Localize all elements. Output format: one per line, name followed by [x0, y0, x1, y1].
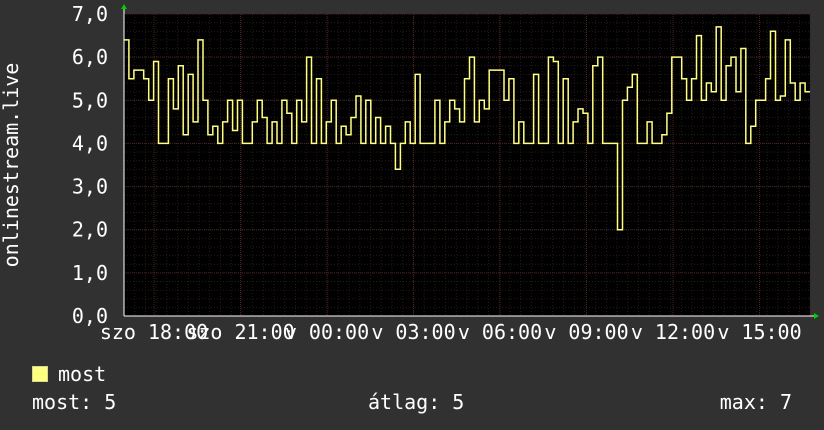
y-axis-label: onlinestream.live	[0, 63, 23, 268]
y-axis-arrow	[121, 4, 127, 9]
y-tick-label: 5,0	[72, 88, 108, 112]
x-tick-label: v 03:00	[371, 320, 455, 344]
y-tick-label: 7,0	[72, 2, 108, 26]
stat-average: átlag: 5	[368, 390, 465, 414]
y-tick-label: 2,0	[72, 218, 108, 242]
x-tick-label: v 12:00	[631, 320, 715, 344]
legend: most	[32, 362, 106, 386]
stat-current: most: 5	[32, 390, 117, 414]
x-tick-label: v 15:00	[717, 320, 801, 344]
y-tick-label: 4,0	[72, 131, 108, 155]
legend-swatch-most	[32, 366, 48, 382]
y-tick-label: 3,0	[72, 175, 108, 199]
y-tick-label: 6,0	[72, 45, 108, 69]
x-tick-label: szo 21:00	[186, 320, 294, 344]
x-tick-label: v 09:00	[544, 320, 628, 344]
x-tick-label: v 06:00	[458, 320, 542, 344]
stat-maximum: max: 7	[719, 390, 792, 414]
y-tick-label: 1,0	[72, 261, 108, 285]
legend-label-most: most	[58, 362, 107, 386]
x-tick-label: v 00:00	[285, 320, 369, 344]
x-axis-arrow	[814, 313, 819, 319]
chart: 0,01,02,03,04,05,06,07,0szo 18:00szo 21:…	[0, 2, 819, 344]
